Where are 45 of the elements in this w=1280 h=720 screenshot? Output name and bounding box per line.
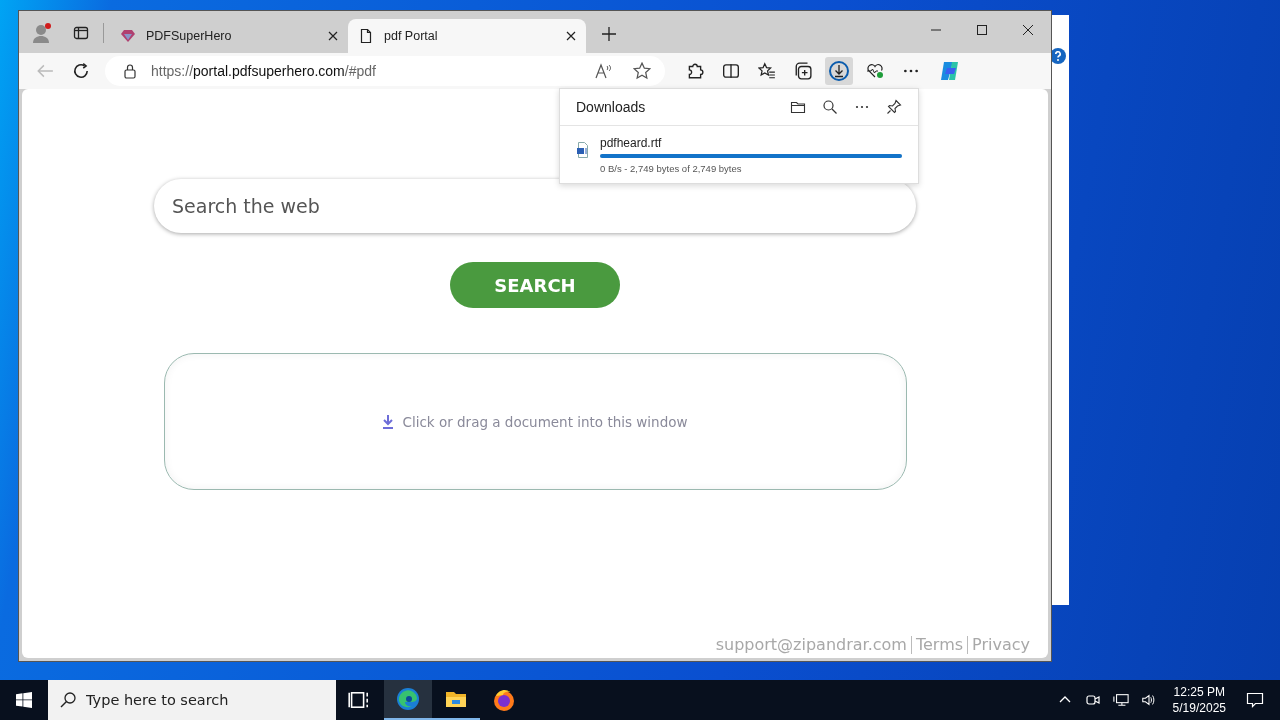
taskbar-search-field[interactable]: Type here to search bbox=[48, 680, 336, 720]
drop-zone[interactable]: Click or drag a document into this window bbox=[163, 353, 907, 490]
search-icon[interactable] bbox=[822, 99, 838, 115]
notification-icon[interactable] bbox=[1246, 692, 1264, 708]
drop-hint: Click or drag a document into this window bbox=[402, 413, 688, 430]
browser-icon bbox=[396, 687, 420, 711]
windows-start-icon[interactable] bbox=[16, 692, 32, 708]
taskbar-app[interactable] bbox=[384, 680, 432, 720]
new-tab-icon[interactable] bbox=[602, 27, 616, 41]
download-icon bbox=[382, 414, 395, 429]
search-icon bbox=[60, 692, 76, 708]
network-icon[interactable] bbox=[1112, 692, 1129, 708]
browser-tab[interactable]: PDFSuperHero bbox=[110, 19, 348, 53]
panel-title: Downloads bbox=[576, 99, 646, 115]
close-icon[interactable] bbox=[566, 31, 576, 41]
profile-icon[interactable] bbox=[31, 22, 53, 44]
search-button[interactable]: SEARCH bbox=[450, 262, 620, 308]
gem-icon bbox=[120, 28, 136, 44]
pin-icon[interactable] bbox=[886, 99, 902, 115]
close-icon[interactable] bbox=[1022, 24, 1034, 36]
volume-icon[interactable] bbox=[1140, 692, 1157, 708]
split-screen-icon[interactable] bbox=[722, 62, 740, 80]
maximize-icon[interactable] bbox=[976, 24, 988, 36]
lock-icon[interactable] bbox=[123, 63, 137, 79]
close-icon[interactable] bbox=[328, 31, 338, 41]
page-icon bbox=[358, 28, 374, 44]
download-icon[interactable] bbox=[825, 57, 853, 85]
folder-icon[interactable] bbox=[790, 99, 806, 115]
star-icon[interactable] bbox=[633, 62, 651, 80]
clock[interactable]: 12:25 PM 5/19/2025 bbox=[1172, 684, 1226, 716]
document-icon bbox=[576, 142, 590, 158]
download-status: 0 B/s - 2,749 bytes of 2,749 bytes bbox=[600, 163, 743, 174]
browser-tab[interactable]: pdf Portal bbox=[348, 19, 586, 53]
tab-actions-icon[interactable] bbox=[73, 25, 89, 41]
meet-icon[interactable] bbox=[1084, 692, 1101, 708]
search-field[interactable]: Search the web bbox=[154, 179, 916, 233]
fox-browser-icon bbox=[492, 688, 516, 712]
favorites-icon[interactable] bbox=[758, 62, 776, 80]
collections-icon[interactable] bbox=[794, 62, 812, 80]
puzzle-icon[interactable] bbox=[686, 62, 704, 80]
refresh-icon[interactable] bbox=[72, 62, 90, 80]
heartbeat-icon[interactable] bbox=[866, 62, 884, 80]
address-bar[interactable]: https://portal.pdfsuperhero.com/#pdf bbox=[105, 56, 665, 86]
file-name[interactable]: pdfheard.rtf bbox=[600, 136, 902, 150]
read-aloud-icon[interactable] bbox=[595, 62, 613, 80]
